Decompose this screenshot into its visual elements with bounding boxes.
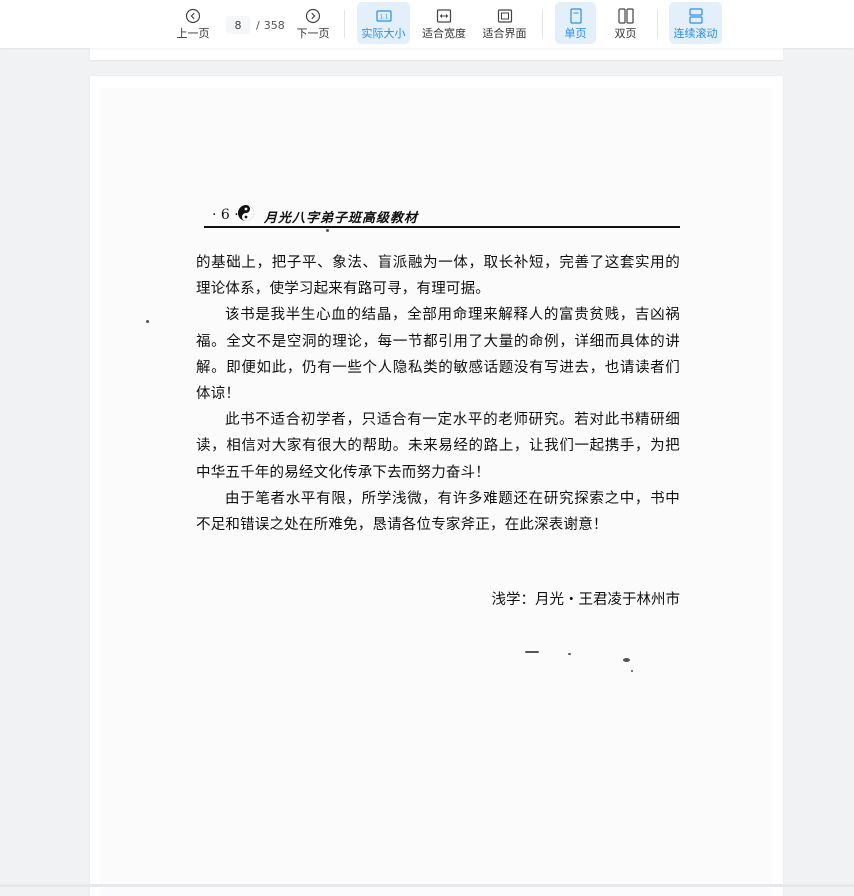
next-page-label: 下一页 [296, 27, 330, 40]
author-signature: 浅学：月光・王君凌于林州市 [491, 592, 681, 608]
toolbar-divider [542, 10, 543, 38]
scanned-page-image: · 6 · 月光八字弟子班高级教材 的基础上，把子平、象法、盲派融为一体，取长补… [100, 88, 772, 896]
scan-speck [326, 229, 329, 232]
fit-page-label: 适合界面 [482, 27, 527, 40]
next-page-button[interactable]: 下一页 [290, 2, 336, 44]
fit-width-icon [436, 9, 452, 23]
actual-size-button[interactable]: 1:1 实际大小 [357, 2, 410, 44]
double-page-button[interactable]: 双页 [605, 2, 646, 44]
continuous-scroll-button[interactable]: 连续滚动 [669, 2, 722, 44]
page-navigator: / 358 [226, 15, 285, 35]
page-body: 的基础上，把子平、象法、盲派融为一体，取长补短，完善了这套实用的理论体系，使学习… [196, 250, 680, 538]
scan-speck [623, 658, 630, 662]
paragraph: 由于笔者水平有限，所学浅微，有许多难题还在研究探索之中，书中不足和错误之处在所难… [196, 490, 680, 534]
book-title: 月光八字弟子班高级教材 [264, 211, 419, 226]
toolbar-divider [344, 10, 345, 38]
yin-yang-icon [238, 205, 254, 221]
paragraph: 此书不适合初学者，只适合有一定水平的老师研究。若对此书精研细读，相信对大家有很大… [196, 412, 680, 481]
header-rule [204, 226, 680, 228]
double-page-icon [617, 8, 634, 24]
fit-page-icon [497, 9, 512, 23]
continuous-scroll-label: 连续滚动 [673, 27, 718, 40]
document-page: · 6 · 月光八字弟子班高级教材 的基础上，把子平、象法、盲派融为一体，取长补… [90, 76, 783, 896]
chevron-right-circle-icon [305, 8, 321, 24]
svg-text:1:1: 1:1 [379, 15, 388, 21]
fit-width-button[interactable]: 适合宽度 [418, 2, 470, 44]
page-header: · 6 · 月光八字弟子班高级教材 [204, 203, 680, 228]
paragraph: 该书是我半生心血的结晶，全部用命理来解释人的富贵贫贱，吉凶祸福。全文不是空洞的理… [196, 307, 680, 403]
scan-speck [568, 653, 571, 655]
fit-page-button[interactable]: 适合界面 [478, 2, 531, 44]
continuous-scroll-icon [688, 8, 703, 24]
actual-size-label: 实际大小 [361, 27, 406, 40]
prev-page-label: 上一页 [176, 27, 210, 40]
scan-speck [631, 670, 633, 672]
page-number-input[interactable] [226, 16, 250, 34]
single-page-button[interactable]: 单页 [555, 2, 596, 44]
prev-page-button[interactable]: 上一页 [170, 2, 216, 44]
toolbar-divider [657, 10, 658, 38]
scan-speck [525, 651, 539, 653]
page-separator: / [256, 18, 260, 32]
single-page-icon [569, 8, 582, 24]
page-number-label: · 6 · [212, 207, 239, 223]
paragraph: 的基础上，把子平、象法、盲派融为一体，取长补短，完善了这套实用的理论体系，使学习… [196, 255, 680, 298]
single-page-label: 单页 [564, 27, 587, 40]
viewer-toolbar: 上一页 / 358 下一页 1:1 实际大小 适合宽度 适合界面 [0, 0, 854, 48]
scan-speck [146, 320, 149, 323]
chevron-left-circle-icon [185, 8, 201, 24]
total-pages: 358 [263, 18, 285, 32]
actual-size-icon: 1:1 [375, 10, 392, 22]
fit-width-label: 适合宽度 [422, 27, 466, 40]
double-page-label: 双页 [614, 27, 637, 40]
